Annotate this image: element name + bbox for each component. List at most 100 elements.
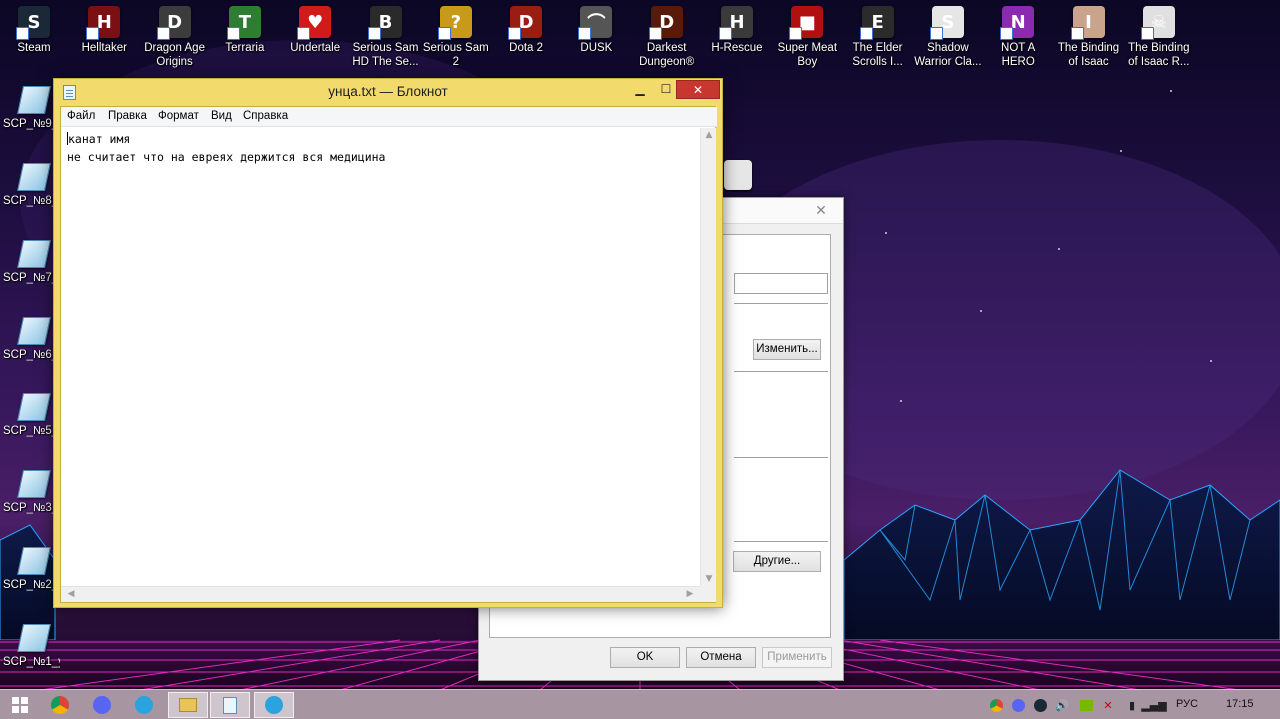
discord-icon xyxy=(93,696,111,714)
star xyxy=(1210,360,1212,362)
minimize-button[interactable]: ▁ xyxy=(627,80,653,99)
menu-format[interactable]: Формат xyxy=(158,110,199,122)
star xyxy=(1058,248,1060,250)
desktop-icon-terraria[interactable]: T Terraria xyxy=(210,0,280,55)
tray-steam-icon[interactable] xyxy=(1032,697,1048,713)
desktop-icon-scp-file[interactable]: SCP_№9_ xyxy=(0,86,60,130)
taskbar-file-explorer[interactable] xyxy=(168,692,208,718)
tray-discord-icon[interactable] xyxy=(1010,697,1026,713)
editor-line-text: не считает что на евреях держится вся ме… xyxy=(67,150,386,164)
desktop-icon-label: Helltaker xyxy=(81,42,127,54)
desktop-icon-binding-of-isaac[interactable]: I The Binding of Isaac xyxy=(1054,0,1124,69)
desktop-icon-label: Serious Sam HD The Se... xyxy=(352,42,419,68)
scrollbar-corner xyxy=(700,586,716,602)
desktop-icon-label: SCP_№2_ xyxy=(3,579,59,591)
text-file-icon xyxy=(17,393,51,421)
desktop-icon-label: DUSK xyxy=(580,42,613,54)
desktop-icon-super-meat-boy[interactable]: ■ Super Meat Boy xyxy=(772,0,842,69)
h-rescue-icon: H xyxy=(719,6,753,40)
notepad-titlebar[interactable]: унца.txt — Блокнот ▁ ☐ ✕ xyxy=(54,79,722,105)
desktop-icon-elder-scrolls[interactable]: E The Elder Scrolls I... xyxy=(843,0,913,69)
dragon-age-origins-icon: D xyxy=(156,6,191,40)
telegram-icon xyxy=(135,696,153,714)
change-button[interactable]: Изменить... xyxy=(753,339,821,360)
scroll-right-icon[interactable]: ▶ xyxy=(682,589,698,599)
desktop-icon-scp-file[interactable]: SCP_№3_ xyxy=(0,470,60,514)
desktop-icon-label: Dragon Age Origins xyxy=(144,42,205,68)
battery-icon[interactable]: ▮ xyxy=(1124,697,1140,713)
desktop-icon-scp-file[interactable]: SCP_№6_ xyxy=(0,317,60,361)
desktop-icon-shadow-warrior[interactable]: S Shadow Warrior Cla... xyxy=(913,0,983,69)
desktop-icon-dusk[interactable]: ⌒ DUSK xyxy=(561,0,631,55)
desktop-icon-scp-file[interactable]: SCP_№5_ xyxy=(0,393,60,437)
dialog-name-field[interactable] xyxy=(734,273,828,294)
dialog-separator xyxy=(734,371,828,372)
desktop-icon-steam[interactable]: S Steam xyxy=(0,0,69,55)
nvidia-icon[interactable] xyxy=(1078,697,1094,713)
desktop-icon-serious-sam-2[interactable]: ? Serious Sam 2 xyxy=(421,0,491,69)
volume-icon[interactable]: 🔊 xyxy=(1054,697,1070,713)
menu-help[interactable]: Справка xyxy=(243,110,288,122)
taskbar-discord[interactable] xyxy=(82,692,122,718)
menu-view[interactable]: Вид xyxy=(211,110,232,122)
desktop-icon-label: SCP_№1_y... xyxy=(3,656,60,668)
scroll-down-icon[interactable]: ▼ xyxy=(701,574,717,584)
text-editor[interactable]: канат имя не считает что на евреях держи… xyxy=(61,128,700,586)
desktop-icon-label: Dota 2 xyxy=(509,42,544,54)
menu-bar: Файл Правка Формат Вид Справка xyxy=(61,107,717,127)
maximize-icon: ☐ xyxy=(660,82,672,96)
desktop-icon-dragon-age-origins[interactable]: D Dragon Age Origins xyxy=(140,0,210,69)
desktop-icon-darkest-dungeon[interactable]: D Darkest Dungeon® xyxy=(632,0,702,69)
taskbar-telegram[interactable] xyxy=(124,692,164,718)
serious-sam-hd-icon: B xyxy=(367,6,402,40)
desktop-icon-h-rescue[interactable]: H H-Rescue xyxy=(702,0,772,55)
windows-logo-icon xyxy=(12,697,28,713)
desktop-icon-serious-sam-hd[interactable]: B Serious Sam HD The Se... xyxy=(351,0,421,69)
desktop-icon-scp-file[interactable]: SCP_№2_ xyxy=(0,547,60,591)
dialog-close-button[interactable]: ✕ xyxy=(807,202,835,220)
menu-edit[interactable]: Правка xyxy=(108,110,147,122)
vertical-scrollbar[interactable]: ▲ ▼ xyxy=(700,128,716,586)
text-file-icon xyxy=(17,240,51,268)
darkest-dungeon-icon: D xyxy=(648,6,683,40)
menu-file[interactable]: Файл xyxy=(67,110,95,122)
desktop-icon-undertale[interactable]: ♥ Undertale xyxy=(280,0,350,55)
desktop-icon-scp-file[interactable]: SCP_№1_y... xyxy=(0,624,60,668)
editor-line: канат имя xyxy=(67,130,700,148)
desktop-icon-binding-of-isaac-r[interactable]: ☠ The Binding of Isaac R... xyxy=(1124,0,1194,69)
horizontal-scrollbar[interactable]: ◀ ▶ xyxy=(61,586,700,602)
star xyxy=(885,232,887,234)
scroll-left-icon[interactable]: ◀ xyxy=(63,589,79,599)
desktop-icon-not-a-hero[interactable]: N NOT A HERO xyxy=(983,0,1053,69)
binding-of-isaac-icon: I xyxy=(1070,6,1105,40)
super-meat-boy-icon: ■ xyxy=(789,6,824,40)
start-button[interactable] xyxy=(0,692,40,718)
desktop-icon-label: NOT A HERO xyxy=(1001,42,1036,68)
desktop-icon-label: Terraria xyxy=(225,42,265,54)
partial-desktop-icon[interactable] xyxy=(724,160,752,190)
signal-icon[interactable]: ▂▄▆ xyxy=(1141,697,1166,713)
input-language[interactable]: РУС xyxy=(1176,698,1198,710)
clock[interactable]: 17:15 xyxy=(1226,698,1254,710)
taskbar-chrome[interactable] xyxy=(40,692,80,718)
notepad-client-area: Файл Правка Формат Вид Справка канат имя… xyxy=(60,106,717,603)
network-error-icon[interactable]: ✕ xyxy=(1100,697,1116,713)
text-file-icon xyxy=(17,317,51,345)
desktop-icon-helltaker[interactable]: H Helltaker xyxy=(69,0,139,55)
cancel-button[interactable]: Отмена xyxy=(686,647,756,668)
tray-chrome-icon[interactable] xyxy=(988,697,1004,713)
desktop-icon-label: Steam xyxy=(17,42,51,54)
taskbar-notepad[interactable] xyxy=(210,692,250,718)
ok-button[interactable]: OK xyxy=(610,647,680,668)
desktop-icon-dota-2[interactable]: D Dota 2 xyxy=(491,0,561,55)
dusk-icon: ⌒ xyxy=(578,6,613,40)
desktop-icon-scp-file[interactable]: SCP_№7_ xyxy=(0,240,60,284)
desktop-icon-label: H-Rescue xyxy=(711,42,763,54)
star xyxy=(900,400,902,402)
taskbar-telegram-window[interactable] xyxy=(254,692,294,718)
text-file-icon xyxy=(17,86,51,114)
desktop-icon-scp-file[interactable]: SCP_№8_ xyxy=(0,163,60,207)
scroll-up-icon[interactable]: ▲ xyxy=(701,130,717,140)
other-button[interactable]: Другие... xyxy=(733,551,821,572)
close-button[interactable]: ✕ xyxy=(676,80,720,99)
